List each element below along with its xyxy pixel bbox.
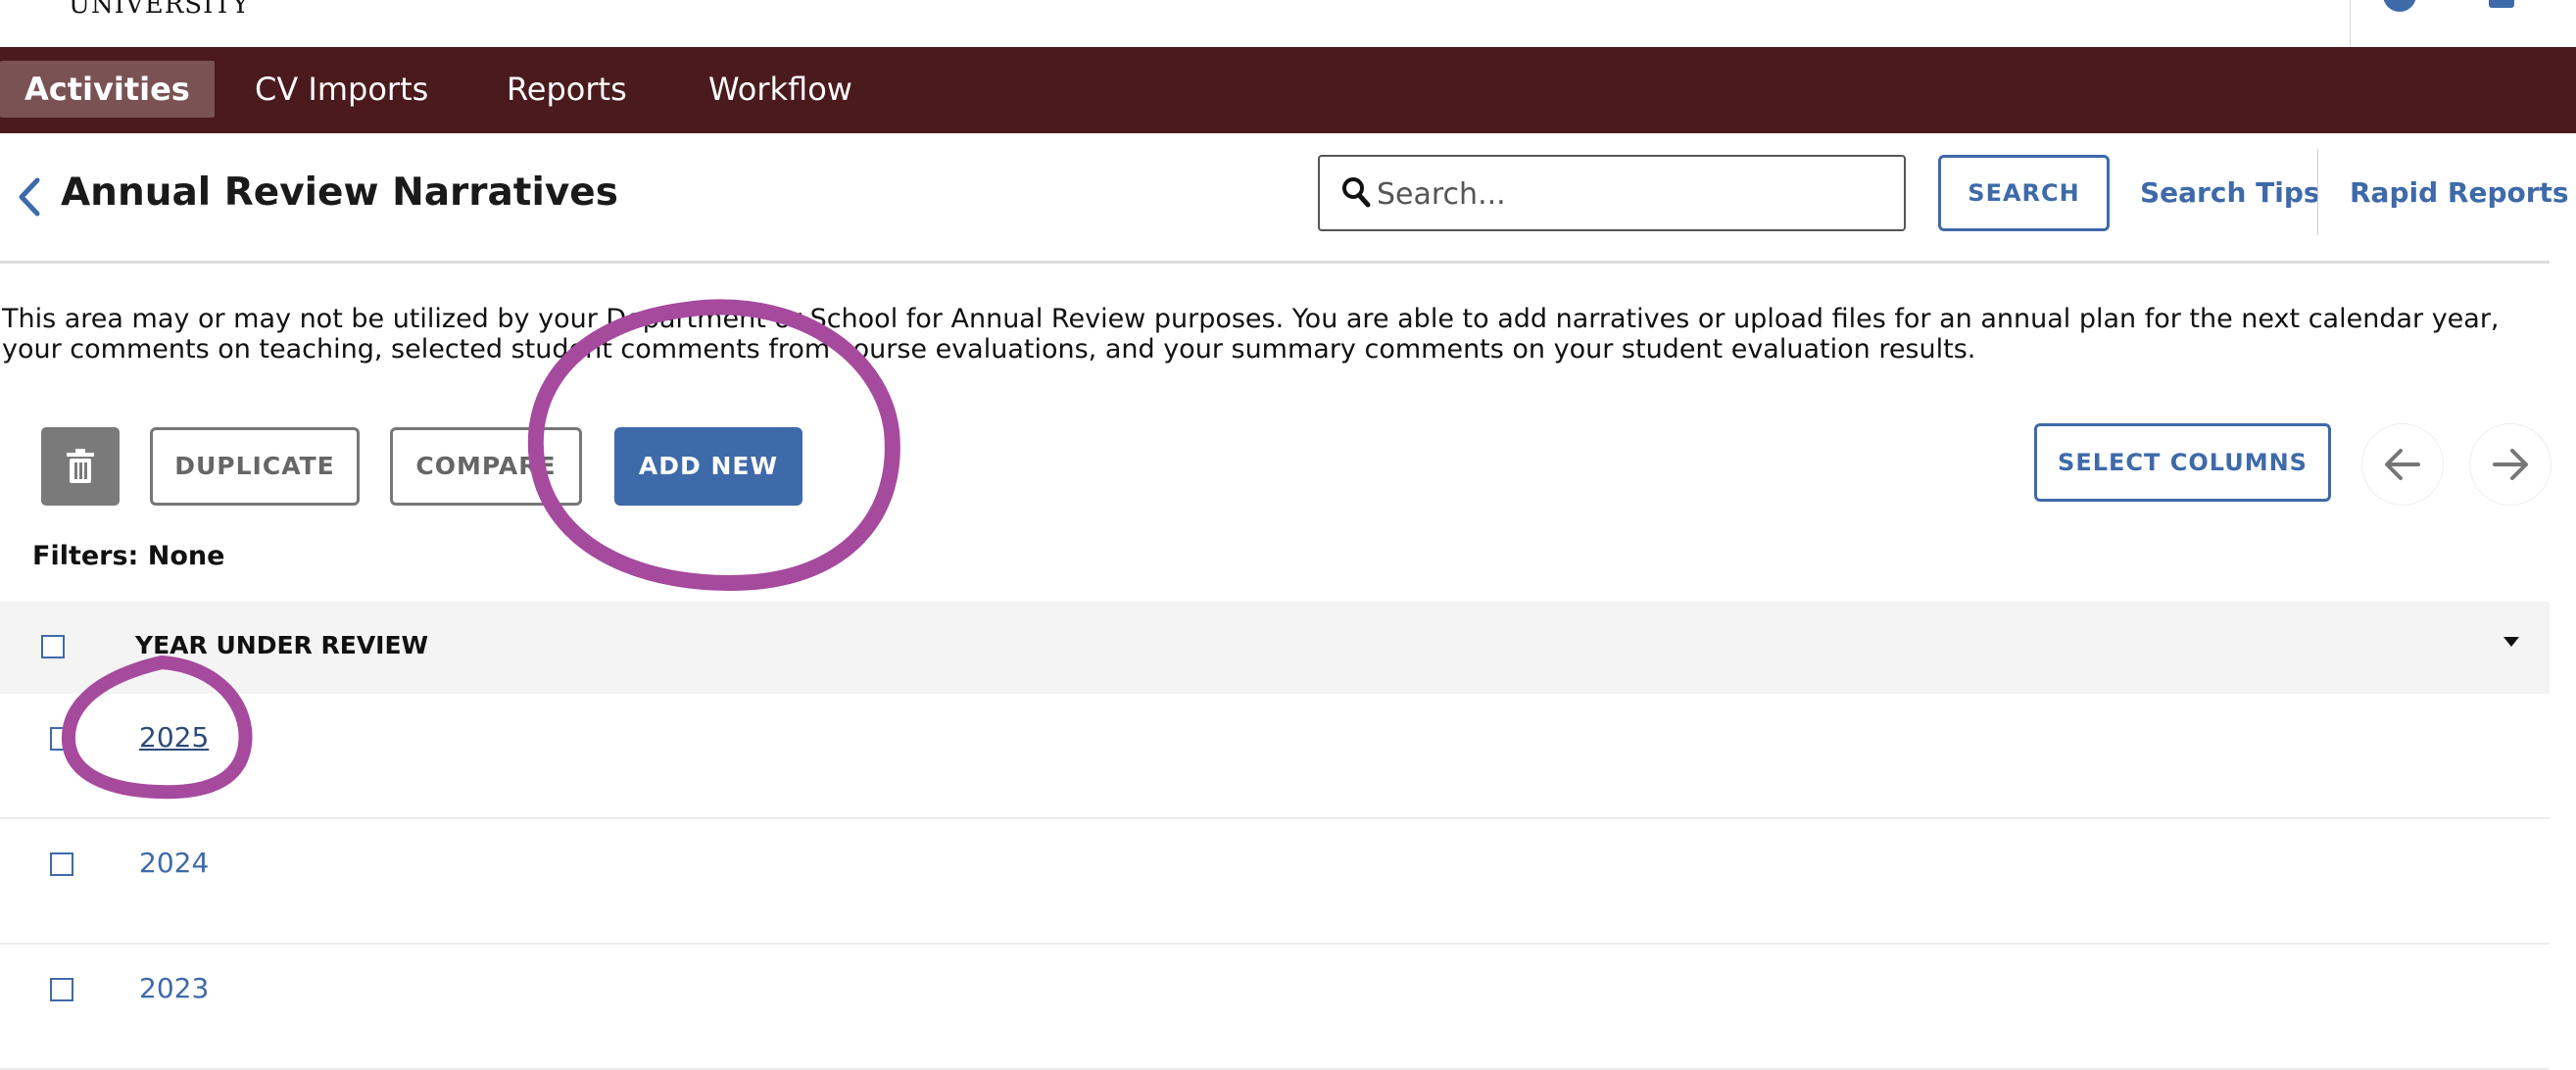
page-description: This area may or may not be utilized by …: [2, 304, 2500, 365]
select-all-checkbox[interactable]: [41, 635, 65, 658]
table-row: 2024: [0, 819, 2550, 945]
nav-item-workflow[interactable]: Workflow: [684, 61, 877, 118]
main-nav: Activities CV Imports Reports Workflow: [0, 47, 2576, 133]
add-new-button[interactable]: ADD NEW: [614, 427, 802, 506]
row-checkbox[interactable]: [50, 978, 73, 1001]
previous-page-button[interactable]: [2361, 423, 2444, 506]
nav-item-activities[interactable]: Activities: [0, 61, 215, 118]
arrow-left-icon: [2385, 449, 2420, 480]
year-link[interactable]: 2024: [139, 847, 209, 879]
top-bar: UNIVERSITY: [0, 0, 2576, 48]
nav-item-reports[interactable]: Reports: [482, 61, 652, 118]
compare-button[interactable]: COMPARE: [390, 427, 582, 506]
sort-caret-icon[interactable]: [2503, 637, 2519, 647]
trash-icon: [67, 449, 94, 483]
rapid-reports-link[interactable]: Rapid Reports: [2350, 176, 2569, 209]
top-divider: [2350, 0, 2351, 47]
delete-button[interactable]: [41, 427, 120, 506]
next-page-button[interactable]: [2469, 423, 2552, 506]
table-row: 2023: [0, 945, 2550, 1070]
arrow-right-icon: [2493, 449, 2528, 480]
row-checkbox[interactable]: [50, 727, 73, 751]
search-button[interactable]: SEARCH: [1938, 155, 2110, 231]
year-link[interactable]: 2025: [139, 721, 209, 754]
help-circle-icon[interactable]: [2383, 0, 2416, 12]
search-input[interactable]: [1375, 172, 1888, 216]
column-header-year[interactable]: YEAR UNDER REVIEW: [135, 631, 428, 659]
user-icon[interactable]: [2489, 0, 2514, 8]
filters-label: Filters: None: [32, 541, 225, 571]
header-separator: [0, 261, 2550, 264]
year-link[interactable]: 2023: [139, 972, 209, 1004]
nav-item-cv-imports[interactable]: CV Imports: [230, 61, 453, 118]
row-checkbox[interactable]: [50, 852, 73, 876]
table-header: YEAR UNDER REVIEW: [0, 602, 2550, 694]
search-field[interactable]: [1318, 155, 1906, 231]
search-tips-link[interactable]: Search Tips: [2140, 176, 2320, 209]
search-icon: [1341, 176, 1371, 210]
duplicate-button[interactable]: DUPLICATE: [150, 427, 360, 506]
page-title: Annual Review Narratives: [61, 170, 618, 215]
university-logo[interactable]: UNIVERSITY: [69, 0, 250, 20]
chevron-left-icon[interactable]: [14, 176, 45, 218]
select-columns-button[interactable]: SELECT COLUMNS: [2034, 423, 2331, 502]
header-divider: [2317, 149, 2318, 235]
table-row: 2025: [0, 694, 2550, 819]
